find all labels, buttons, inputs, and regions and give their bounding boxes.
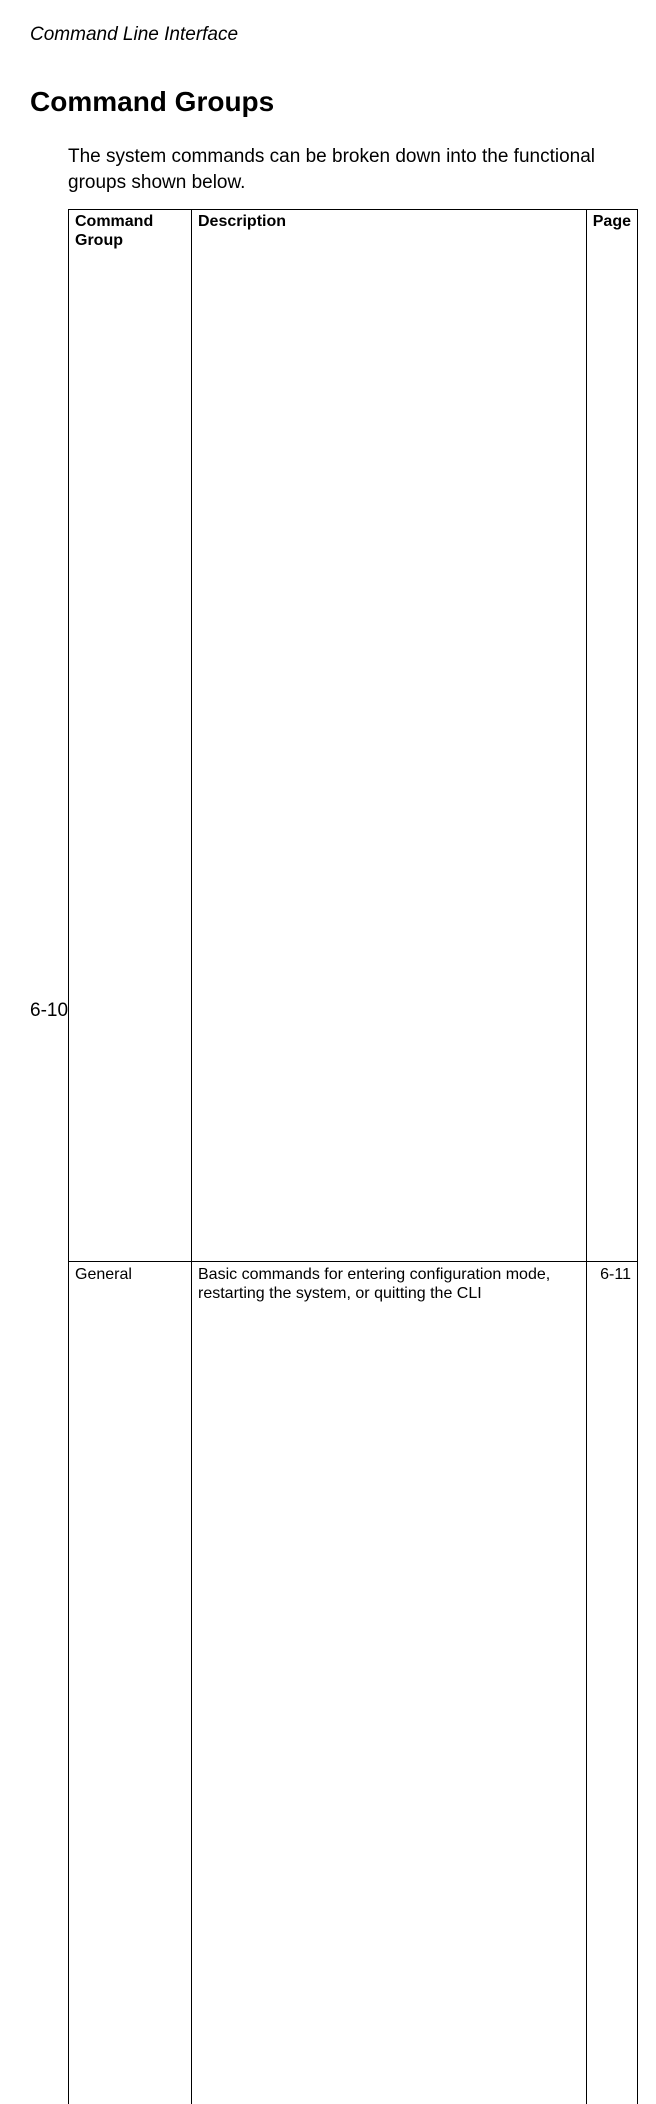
section-heading: Command Groups <box>30 86 626 118</box>
cell-page: 6-11 <box>586 1262 637 2104</box>
table-header-row: Command Group Description Page <box>69 210 638 1262</box>
intro-paragraph: The system commands can be broken down i… <box>68 144 616 195</box>
running-head: Command Line Interface <box>30 24 626 46</box>
cell-group: General <box>69 1262 192 2104</box>
cell-desc: Basic commands for entering configuratio… <box>192 1262 587 2104</box>
command-groups-table: Command Group Description Page General B… <box>68 209 638 2104</box>
page-number: 6-10 <box>30 1000 68 1022</box>
table-row: General Basic commands for entering conf… <box>69 1262 638 2104</box>
col-header-description: Description <box>192 210 587 1262</box>
col-header-page: Page <box>586 210 637 1262</box>
col-header-group: Command Group <box>69 210 192 1262</box>
